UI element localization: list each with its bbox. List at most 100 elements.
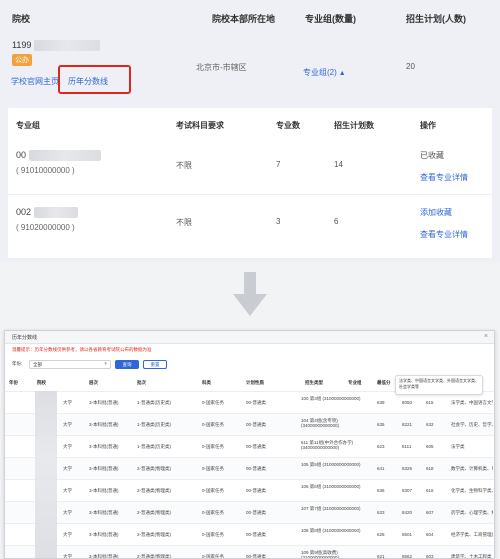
add-favorite-link[interactable]: 添加收藏 [420,207,452,218]
cell-avg: 616 [426,488,434,493]
score-table-row: 大学 3-本科批(普通) 2-普通类(物理类) 0-国家任务 00-普通类 107 第7组… [5,501,494,523]
favorite-status[interactable]: 已收藏 [420,150,444,161]
cell-batch: 2-普通类(物理类) [137,554,171,559]
cell-min-score: 633 [377,510,385,515]
cell-plan-type: 0-国家任务 [202,488,225,493]
official-site-link[interactable]: 学校官网主页 [11,76,59,87]
cell-note: 社会学、历史、哲学、经济学类等 [451,422,493,427]
close-icon[interactable]: × [484,333,488,340]
cell-min-score: 621 [377,554,385,559]
cell-min-rank: 8221 [402,422,413,427]
cell-note: 药学类、心理学类、统计学类 [451,510,493,515]
cell-batch: 2-普通类(物理类) [137,510,171,515]
cell-plan-type: 0-国家任务 [202,400,225,405]
cell-group: 100 第3组 (31000000000000) [301,396,361,401]
col-school: 院校 [37,380,46,385]
group-plan: 14 [334,160,343,169]
cell-batch: 1-普通类(历史类) [137,422,171,427]
cell-admission-type: 00-普通类 [246,488,267,493]
group-major-count: 7 [276,160,281,169]
modal-title: 历年分数线 [12,335,38,341]
header-plan: 招生计划(人数) [406,14,466,24]
query-button[interactable]: 查询 [115,360,139,369]
cell-group: 104 第4组(含专项) (34000000000000) [301,418,340,428]
cell-level: 3-本科批(普通) [89,400,119,405]
group-plan: 6 [334,217,339,226]
school-card: 院校 院校本部所在地 专业组(数量) 招生计划(人数) 1199 公办 学校官网… [0,0,500,262]
sub-header-plan: 招生计划数 [334,121,374,130]
cell-group: 109 第9组(高收费) (31000000000000) [301,550,340,559]
reset-button[interactable]: 重置 [143,360,167,369]
cell-min-rank: 8111 [402,444,412,449]
group-code: 00 [16,150,101,162]
col-admission-type: 招生类型 [305,380,323,385]
cell-school: 大学 [63,510,72,515]
cell-plan-type: 0-国家任务 [202,422,225,427]
cell-note: 经济学类、工商管理类 [451,532,493,537]
chevron-down-icon: ▾ [104,361,107,367]
cell-group: 611 第11组(中外合作办学) (34000000000000) [301,440,354,450]
group-row: 00 ( 91010000000 ) 不限 7 14 已收藏 查看专业详情 [8,138,492,194]
public-badge: 公办 [12,54,32,66]
cell-min-score: 635 [377,422,385,427]
school-location: 北京市-市辖区 [196,63,247,72]
col-plan-type: 计划性质 [246,380,264,385]
modal-titlebar: 历年分数线 × [5,331,494,344]
cell-batch: 2-普通类(物理类) [137,532,171,537]
cell-admission-type: 00-普通类 [246,510,267,515]
view-major-detail-link[interactable]: 查看专业详情 [420,229,468,240]
sub-header-subjects: 考试科目要求 [176,121,224,130]
col-min-score: 最低分 [377,380,391,385]
school-table-header: 院校 院校本部所在地 专业组(数量) 招生计划(人数) [0,0,500,34]
cell-batch: 2-普通类(物理类) [137,466,171,471]
cell-school: 大学 [63,532,72,537]
cell-avg: 632 [426,422,434,427]
cell-level: 3-本科批(普通) [89,554,119,559]
col-category: 科类 [202,380,211,385]
cell-admission-type: 00-普通类 [246,444,267,449]
cell-school: 大学 [63,422,72,427]
cell-note: 法学类、中国语言文学类、外国语言文学类 [451,400,493,405]
cell-level: 3-本科批(普通) [89,532,119,537]
group-count-toggle[interactable]: 专业组(2) ▲ [303,62,346,80]
group-subjects: 不限 [176,161,192,170]
col-batch: 批次 [137,380,146,385]
group-count-link[interactable]: 专业组(2) [303,68,337,77]
chevron-up-icon: ▲ [338,70,346,77]
school-row: 1199 公办 学校官网主页 历年分数线 北京市-市辖区 专业组(2) ▲ 20 [0,30,500,102]
cell-level: 3-本科批(普通) [89,510,119,515]
col-year: 年份 [9,380,18,385]
sub-header-group: 专业组 [16,121,40,130]
year-filter-label: 年份: [12,361,23,366]
cell-avg: 605 [426,444,434,449]
cell-note: 化学类、生物科学类、环境科学类 [451,488,493,493]
cell-batch: 2-普通类(物理类) [137,488,171,493]
group-code-prefix: 00 [16,150,27,160]
cell-min-rank: 8050 [402,400,413,405]
col-group: 专业组 [348,380,362,385]
cell-min-rank: 8562 [402,554,413,559]
redacted-group-name [28,150,101,162]
sub-header-ops: 操作 [420,121,436,130]
cell-min-score: 623 [377,444,385,449]
score-table-row: 大学 3-本科批(普通) 2-普通类(物理类) 0-国家任务 00-普通类 108 第8组… [5,523,494,545]
year-select[interactable]: 全部 ▾ [29,360,111,369]
cell-school: 大学 [63,466,72,471]
view-major-detail-link[interactable]: 查看专业详情 [420,172,468,183]
cell-group: 108 第8组 (31000000000000) [301,528,361,533]
note-tooltip: 法学类、中国语言文学类、外国语言文学类、社会学类等 [395,375,483,395]
redacted-year-column [35,391,57,558]
cell-avg: 618 [426,466,434,471]
history-score-link[interactable]: 历年分数线 [68,76,108,87]
redacted-group-name [33,207,78,219]
cell-min-score: 641 [377,466,385,471]
cell-avg: 604 [426,532,434,537]
group-subtable: 专业组 考试科目要求 专业数 招生计划数 操作 00 ( 91010000000… [8,108,492,258]
cell-group: 105 第5组 (31000000000000) [301,462,361,467]
cell-school: 大学 [63,554,72,559]
cell-level: 3-本科批(普通) [89,422,119,427]
cell-batch: 1-普通类(历史类) [137,444,171,449]
cell-avg: 615 [426,400,434,405]
cell-plan-type: 0-国家任务 [202,532,225,537]
cell-group: 106 第6组 (31000000000000) [301,484,361,489]
